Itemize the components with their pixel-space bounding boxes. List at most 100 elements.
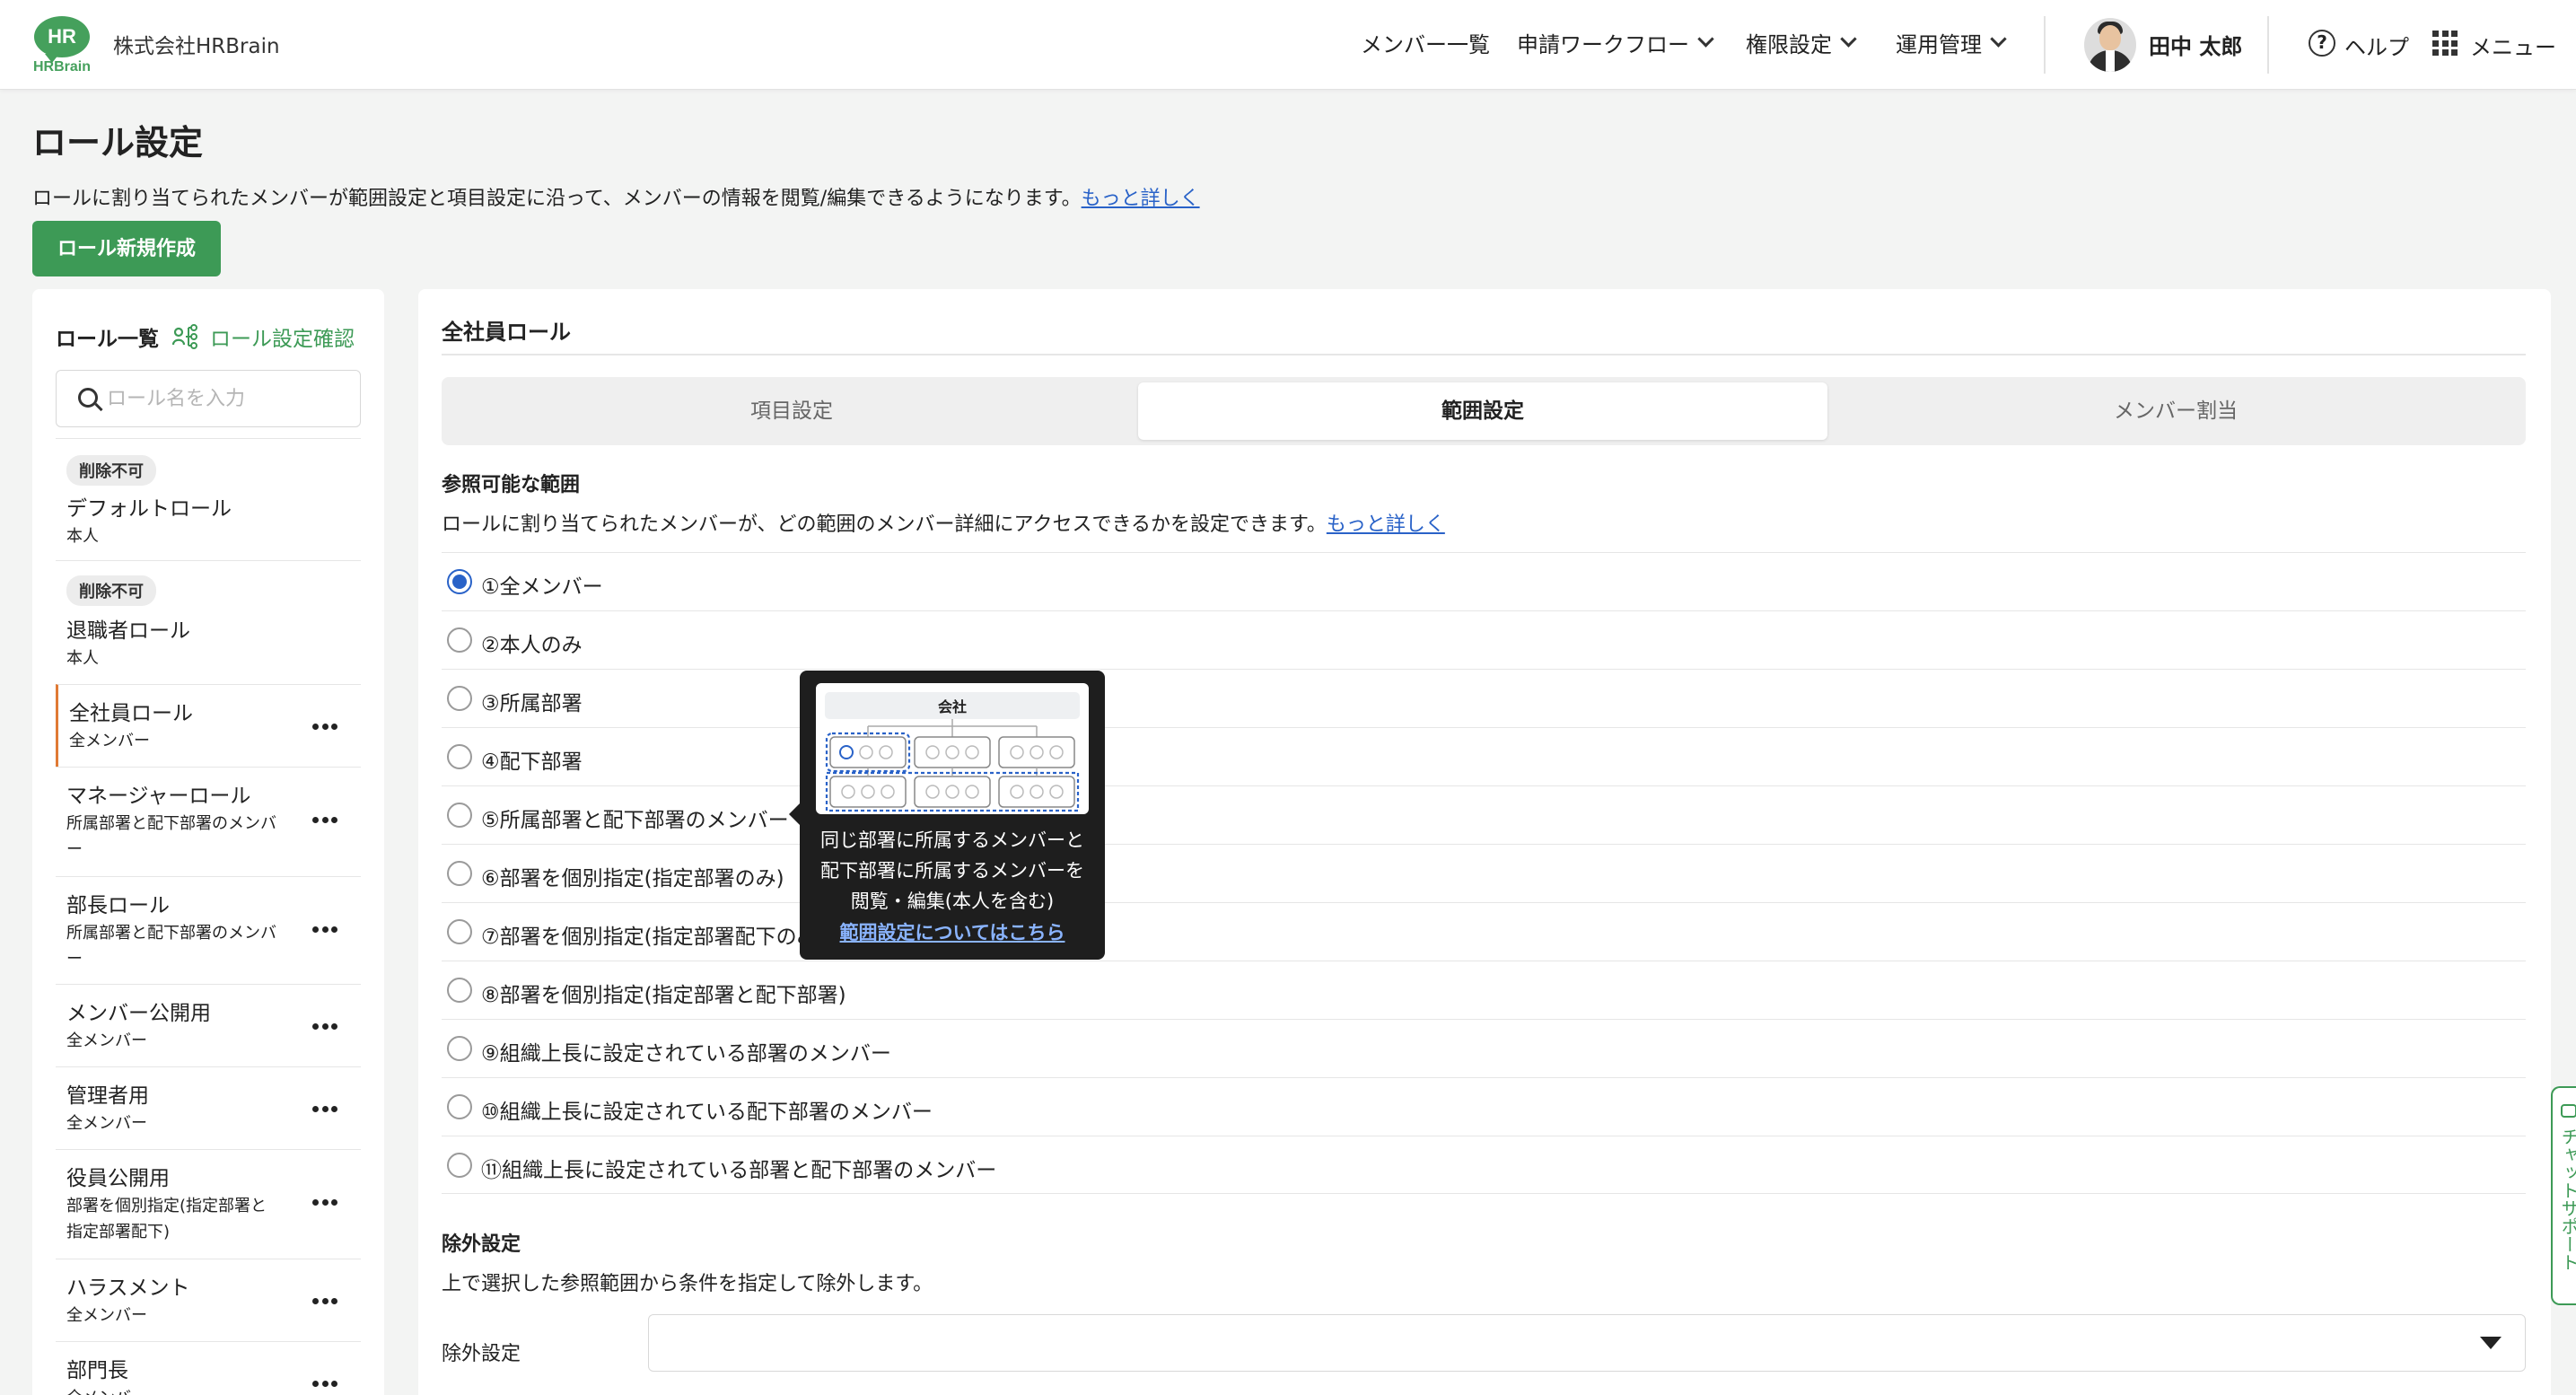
settings-tabs: 項目設定 範囲設定 メンバー割当 — [442, 377, 2526, 445]
tooltip-text: 同じ部署に所属するメンバーと 配下部署に所属するメンバーを 閲覧・編集(本人を含… — [800, 825, 1105, 917]
more-options-icon[interactable] — [312, 926, 337, 934]
role-item[interactable]: 管理者用 全メンバー — [56, 1066, 361, 1149]
role-scope: 全メンバー — [66, 1306, 147, 1325]
more-info-link[interactable]: もっと詳しく — [1082, 188, 1200, 210]
role-item[interactable]: マネージャーロール 所属部署と配下部署のメンバー — [56, 767, 361, 876]
role-settings-check-link[interactable]: ロール設定確認 — [172, 321, 355, 352]
chat-support-label: チャットサポート — [2558, 1127, 2576, 1271]
role-name: 退職者ロール — [66, 619, 190, 643]
dropdown-arrow-icon — [2480, 1337, 2502, 1349]
search-icon — [78, 388, 98, 408]
scope-option[interactable]: ③所属部署 — [442, 669, 2526, 727]
exclusion-field-label: 除外設定 — [442, 1343, 521, 1365]
scope-option[interactable]: ⑥部署を個別指定(指定部署のみ) — [442, 844, 2526, 902]
user-name[interactable]: 田中 太郎 — [2149, 29, 2242, 60]
scope-option[interactable]: ⑤所属部署と配下部署のメンバー — [442, 785, 2526, 844]
header-divider — [2044, 16, 2046, 74]
scope-option-label: ⑧部署を個別指定(指定部署と配下部署) — [481, 984, 846, 1007]
scope-more-link[interactable]: もっと詳しく — [1327, 513, 1445, 536]
scope-option-label: ②本人のみ — [481, 634, 583, 657]
role-item[interactable]: 削除不可 退職者ロール 本人 — [56, 560, 361, 684]
role-search-box[interactable] — [56, 370, 361, 427]
chevron-down-icon — [1697, 31, 1714, 48]
radio[interactable] — [447, 1153, 472, 1178]
scope-option[interactable]: ⑨組織上長に設定されている部署のメンバー — [442, 1019, 2526, 1077]
scope-description: ロールに割り当てられたメンバーが、どの範囲のメンバー詳細にアクセスできるかを設定… — [442, 508, 1445, 537]
scope-option[interactable]: ⑩組織上長に設定されている配下部署のメンバー — [442, 1077, 2526, 1136]
role-settings-check-label: ロール設定確認 — [210, 328, 355, 351]
radio[interactable] — [447, 686, 472, 711]
radio[interactable] — [447, 1094, 472, 1119]
scope-option[interactable]: ⑧部署を個別指定(指定部署と配下部署) — [442, 961, 2526, 1019]
radio[interactable] — [447, 919, 472, 944]
scope-description-text: ロールに割り当てられたメンバーが、どの範囲のメンバー詳細にアクセスできるかを設定… — [442, 513, 1327, 536]
radio[interactable] — [447, 744, 472, 769]
scope-option[interactable]: ⑪組織上長に設定されている部署と配下部署のメンバー — [442, 1136, 2526, 1194]
role-scope: 所属部署と配下部署のメンバー — [66, 814, 276, 859]
radio[interactable] — [447, 627, 472, 653]
scope-option[interactable]: ④配下部署 — [442, 727, 2526, 785]
tooltip-line: 同じ部署に所属するメンバーと — [820, 829, 1084, 851]
role-item[interactable]: 部長ロール 所属部署と配下部署のメンバー — [56, 876, 361, 984]
more-options-icon[interactable] — [312, 1106, 337, 1113]
scope-option-label: ③所属部署 — [481, 692, 583, 715]
chat-support-tab[interactable]: チャットサポート — [2551, 1086, 2576, 1305]
role-search-input[interactable] — [107, 383, 349, 414]
nav-permissions[interactable]: 権限設定 — [1746, 27, 1857, 58]
exclusion-select[interactable] — [648, 1314, 2526, 1372]
create-role-button[interactable]: ロール新規作成 — [32, 221, 221, 276]
scope-option[interactable]: ②本人のみ — [442, 610, 2526, 669]
tab-scope-settings[interactable]: 範囲設定 — [1138, 382, 1827, 440]
radio[interactable] — [447, 861, 472, 886]
help-link[interactable]: ヘルプ — [2344, 30, 2409, 61]
scope-option-label: ⑩組織上長に設定されている配下部署のメンバー — [481, 1101, 933, 1124]
help-icon[interactable]: ? — [2309, 30, 2335, 57]
role-name: ハラスメント — [66, 1277, 190, 1300]
role-item[interactable]: メンバー公開用 全メンバー — [56, 984, 361, 1066]
radio-selected[interactable] — [447, 569, 472, 594]
company-name: 株式会社HRBrain — [113, 35, 280, 58]
scope-option-label: ⑪組織上長に設定されている部署と配下部署のメンバー — [481, 1159, 997, 1182]
scope-option-label: ⑦部署を個別指定(指定部署配下のみ) — [481, 926, 826, 949]
role-item[interactable]: 部門長 全メンバー — [56, 1341, 361, 1395]
org-chart-icon — [172, 324, 197, 349]
menu-link[interactable]: メニュー — [2470, 30, 2556, 61]
diagram-company-label: 会社 — [938, 698, 967, 715]
tab-member-assignment[interactable]: メンバー割当 — [1831, 382, 2520, 440]
radio[interactable] — [447, 803, 472, 828]
more-options-icon[interactable] — [312, 817, 337, 824]
nav-workflow[interactable]: 申請ワークフロー — [1517, 27, 1714, 58]
more-options-icon[interactable] — [312, 1199, 337, 1206]
scope-option-label: ⑥部署を個別指定(指定部署のみ) — [481, 867, 784, 891]
more-options-icon[interactable] — [312, 1023, 337, 1031]
radio[interactable] — [447, 978, 472, 1003]
tab-item-settings[interactable]: 項目設定 — [447, 382, 1136, 440]
scope-help-link[interactable]: 範囲設定についてはこちら — [800, 918, 1105, 945]
role-name: デフォルトロール — [66, 497, 232, 521]
nav-operations[interactable]: 運用管理 — [1896, 27, 2007, 58]
hrbrain-logo[interactable]: HR HRBrain — [31, 16, 93, 75]
role-scope: 本人 — [66, 527, 99, 546]
scope-option[interactable]: ⑦部署を個別指定(指定部署配下のみ) — [442, 902, 2526, 961]
scope-option[interactable]: ①全メンバー — [442, 552, 2526, 610]
role-item[interactable]: 役員公開用 部署を個別指定(指定部署と指定部署配下) — [56, 1149, 361, 1259]
user-avatar[interactable] — [2084, 18, 2136, 72]
more-options-icon[interactable] — [312, 1381, 337, 1388]
nav-member-list[interactable]: メンバー一覧 — [1361, 27, 1490, 58]
role-scope: 全メンバー — [66, 1031, 147, 1050]
app-grid-icon[interactable] — [2432, 31, 2458, 56]
org-scope-diagram: 会社 — [816, 683, 1089, 814]
nav-label: 申請ワークフロー — [1517, 32, 1689, 57]
undeletable-badge: 削除不可 — [66, 455, 156, 486]
role-item[interactable]: ハラスメント 全メンバー — [56, 1259, 361, 1341]
chat-bubble-icon — [2561, 1104, 2576, 1118]
role-item-selected[interactable]: 全社員ロール 全メンバー — [56, 684, 361, 767]
role-item[interactable]: 削除不可 デフォルトロール 本人 — [56, 438, 361, 560]
exclusion-section-title: 除外設定 — [442, 1233, 521, 1256]
role-scope: 全メンバー — [69, 732, 150, 750]
role-scope: 全メンバー — [66, 1385, 147, 1395]
scope-tooltip: 会社 同じ部署に所属するメンバーと 配下部署に所属するメンバーを 閲覧・編集(本… — [789, 671, 1105, 960]
more-options-icon[interactable] — [312, 724, 337, 731]
radio[interactable] — [447, 1036, 472, 1061]
more-options-icon[interactable] — [312, 1298, 337, 1305]
